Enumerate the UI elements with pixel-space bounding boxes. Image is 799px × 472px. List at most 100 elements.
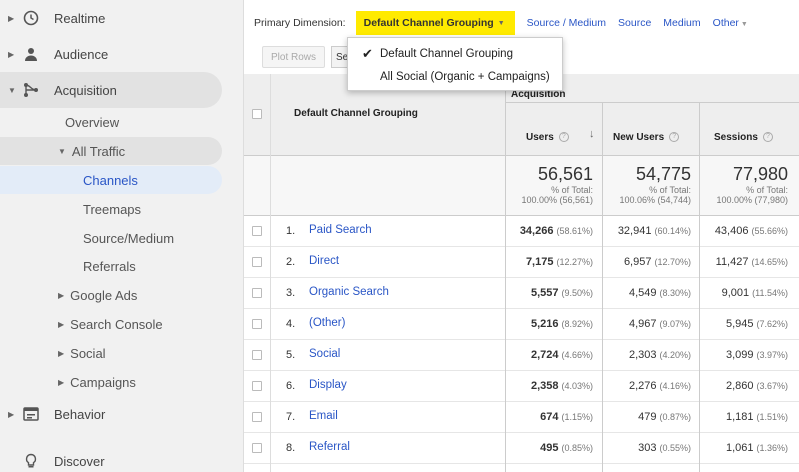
sidebar-item-label: Discover — [54, 453, 105, 469]
row-checkbox[interactable] — [252, 412, 262, 422]
users-value: 34,266 — [519, 225, 554, 237]
sidebar-item-overview[interactable]: Overview — [65, 108, 119, 136]
new-users-cell: 4,967 (9.07%) — [629, 318, 691, 330]
channel-link[interactable]: (Other) — [309, 317, 345, 329]
primary-dimension-selector[interactable]: Default Channel Grouping ▼ — [355, 11, 515, 35]
selected-dimension: Default Channel Grouping — [363, 17, 494, 29]
sessions-cell: 11,427 (14.65%) — [716, 256, 788, 268]
help-icon[interactable]: ? — [762, 132, 773, 143]
chevron-down-icon: ▼ — [497, 19, 505, 27]
channel-link[interactable]: Referral — [309, 441, 350, 453]
sidebar-item-acquisition[interactable]: ▼ Acquisition — [0, 72, 222, 108]
new-users-column-header[interactable]: New Users? — [613, 132, 680, 143]
sidebar-item-discover[interactable]: Discover — [0, 443, 222, 472]
dimension-link-medium[interactable]: Medium — [663, 17, 700, 29]
users-total-pct: 100.00% (56,561) — [521, 195, 593, 205]
users-value: 495 — [540, 442, 559, 454]
sort-down-icon[interactable]: ↓ — [589, 128, 595, 140]
sessions-value: 1,181 — [725, 411, 754, 423]
dropdown-item-all-social[interactable]: All Social (Organic + Campaigns) — [348, 66, 562, 88]
dropdown-item-default-channel-grouping[interactable]: ✔ Default Channel Grouping — [348, 43, 562, 65]
dimension-column-header[interactable]: Default Channel Grouping — [294, 108, 418, 119]
sessions-column-header[interactable]: Sessions? — [714, 132, 773, 143]
sessions-cell: 1,181 (1.51%) — [726, 411, 788, 423]
new-users-header-label: New Users — [613, 132, 665, 143]
table-row: 2. Direct 7,175 (12.27%) 6,957 (12.70%) 11,427… — [244, 247, 799, 278]
sidebar-item-campaigns[interactable]: ▶ Campaigns — [58, 368, 136, 396]
sidebar-item-all-traffic[interactable]: ▼ All Traffic — [0, 137, 222, 165]
sidebar-item-google-ads[interactable]: ▶ Google Ads — [58, 281, 137, 309]
sidebar-item-treemaps[interactable]: Treemaps — [83, 195, 141, 223]
row-checkbox[interactable] — [252, 443, 262, 453]
row-checkbox[interactable] — [252, 257, 262, 267]
channel-link[interactable]: Organic Search — [309, 286, 389, 298]
sidebar-item-behavior[interactable]: ▶ Behavior — [0, 396, 222, 432]
lightbulb-icon — [22, 452, 40, 470]
sessions-percent: (3.97%) — [756, 350, 788, 360]
sessions-cell: 3,099 (3.97%) — [726, 349, 788, 361]
sidebar-item-referrals[interactable]: Referrals — [83, 252, 136, 280]
row-number: 4. — [286, 318, 296, 330]
new-users-value: 303 — [638, 442, 657, 454]
row-checkbox[interactable] — [252, 381, 262, 391]
totals-row: 56,561 % of Total: 100.00% (56,561) 54,7… — [244, 156, 799, 216]
row-checkbox[interactable] — [252, 288, 262, 298]
users-cell: 2,724 (4.66%) — [531, 349, 593, 361]
table-row: 6. Display 2,358 (4.03%) 2,276 (4.16%) 2,860 (3… — [244, 371, 799, 402]
new-users-percent: (60.14%) — [654, 226, 691, 236]
channel-link[interactable]: Direct — [309, 255, 339, 267]
row-checkbox[interactable] — [252, 350, 262, 360]
sessions-value: 43,406 — [714, 225, 749, 237]
dimension-link-other[interactable]: Other ▼ — [713, 17, 748, 29]
sessions-total-value: 77,980 — [732, 164, 788, 184]
sidebar-item-audience[interactable]: ▶ Audience — [0, 36, 222, 72]
users-cell: 5,216 (8.92%) — [531, 318, 593, 330]
sidebar-item-label: Google Ads — [70, 287, 138, 303]
new-users-percent: (4.16%) — [659, 381, 691, 391]
channel-link[interactable]: Paid Search — [309, 224, 372, 236]
sidebar-item-channels[interactable]: Channels — [0, 166, 222, 194]
channel-link[interactable]: Email — [309, 410, 338, 422]
row-checkbox[interactable] — [252, 319, 262, 329]
channels-table: Default Channel Grouping Acquisition Use… — [244, 74, 799, 472]
sessions-cell: 9,001 (11.54%) — [722, 287, 788, 299]
sidebar-item-label: Audience — [54, 46, 109, 62]
users-column-header[interactable]: Users? — [526, 132, 569, 143]
row-number: 6. — [286, 380, 296, 392]
sidebar-item-label: Channels — [83, 172, 138, 188]
sessions-value: 3,099 — [725, 349, 754, 361]
channel-link[interactable]: Display — [309, 379, 347, 391]
sidebar-item-source-medium[interactable]: Source/Medium — [83, 224, 174, 252]
caret-right-icon: ▶ — [58, 348, 65, 358]
new-users-total: 54,775 % of Total: 100.06% (54,744) — [601, 164, 691, 205]
sidebar-item-label: Source/Medium — [83, 230, 175, 246]
users-percent: (4.03%) — [561, 381, 593, 391]
select-all-checkbox[interactable] — [252, 109, 262, 119]
help-icon[interactable]: ? — [669, 132, 680, 143]
sidebar-item-realtime[interactable]: ▶ Realtime — [0, 0, 222, 36]
users-total-caption: % of Total: — [551, 185, 593, 195]
new-users-cell: 479 (0.87%) — [638, 411, 691, 423]
sidebar-item-label: Campaigns — [70, 374, 136, 390]
users-value: 7,175 — [525, 256, 554, 268]
caret-right-icon: ▶ — [58, 377, 65, 387]
channel-link[interactable]: Social — [309, 348, 340, 360]
row-checkbox[interactable] — [252, 226, 262, 236]
new-users-cell: 303 (0.55%) — [638, 442, 691, 454]
new-users-cell: 2,276 (4.16%) — [629, 380, 691, 392]
sidebar-item-social[interactable]: ▶ Social — [58, 339, 106, 367]
sidebar-item-label: Social — [70, 345, 106, 361]
caret-right-icon: ▶ — [58, 290, 65, 300]
row-number: 2. — [286, 256, 296, 268]
sessions-cell: 5,945 (7.62%) — [726, 318, 788, 330]
sessions-cell: 43,406 (55.66%) — [715, 225, 788, 237]
plot-rows-button[interactable]: Plot Rows — [262, 46, 326, 68]
dimension-link-source-medium[interactable]: Source / Medium — [527, 17, 606, 29]
new-users-value: 4,549 — [628, 287, 657, 299]
sidebar-item-search-console[interactable]: ▶ Search Console — [58, 310, 163, 338]
help-icon[interactable]: ? — [558, 132, 569, 143]
dimension-link-source[interactable]: Source — [618, 17, 651, 29]
new-users-total-pct: 100.06% (54,744) — [619, 195, 691, 205]
chevron-down-icon: ▼ — [740, 21, 748, 28]
users-percent: (1.15%) — [561, 412, 593, 422]
